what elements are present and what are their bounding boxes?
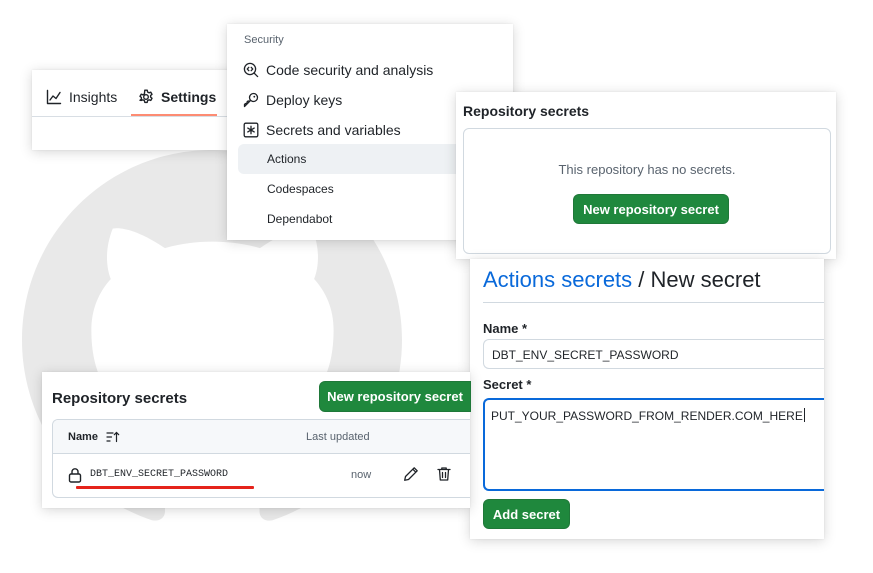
security-heading: Security xyxy=(244,34,284,46)
breadcrumb-current: New secret xyxy=(650,267,761,292)
pencil-icon[interactable] xyxy=(403,466,419,482)
table-header: Name Last updated xyxy=(53,420,470,454)
column-header-name[interactable]: Name xyxy=(68,431,120,443)
menu-subitem-codespaces[interactable]: Codespaces xyxy=(238,174,468,204)
repository-secrets-empty-panel: Repository secrets This repository has n… xyxy=(456,92,836,259)
tab-insights-label: Insights xyxy=(69,89,118,105)
breadcrumb-separator: / xyxy=(632,267,651,292)
secrets-table: Name Last updated DBT_ENV_SECRET_PASSWOR… xyxy=(52,419,470,498)
breadcrumb: Actions secrets / New secret xyxy=(483,267,761,293)
empty-state-message: This repository has no secrets. xyxy=(558,162,736,177)
secret-label: Secret * xyxy=(483,377,532,392)
secret-last-updated: now xyxy=(351,469,372,481)
menu-item-code-security[interactable]: Code security and analysis xyxy=(243,59,433,81)
text-cursor xyxy=(803,408,805,422)
menu-item-label: Secrets and variables xyxy=(266,122,401,138)
gear-icon xyxy=(139,89,153,104)
menu-item-deploy-keys[interactable]: Deploy keys xyxy=(243,89,342,111)
menu-subitem-dependabot[interactable]: Dependabot xyxy=(238,204,468,234)
asterisk-icon xyxy=(243,122,259,138)
highlight-underline xyxy=(76,486,254,489)
trash-icon[interactable] xyxy=(436,466,452,482)
repository-secrets-list-panel: Repository secrets New repository secret… xyxy=(42,372,471,508)
graph-icon xyxy=(46,89,62,105)
secret-name: DBT_ENV_SECRET_PASSWORD xyxy=(90,469,229,480)
name-label: Name * xyxy=(483,321,528,336)
tab-settings-label: Settings xyxy=(161,89,217,105)
new-secret-form-panel: Actions secrets / New secret Name * DBT_… xyxy=(470,259,824,539)
secret-value-textarea[interactable]: PUT_YOUR_PASSWORD_FROM_RENDER.COM_HERE xyxy=(483,398,824,491)
menu-item-secrets-and-variables[interactable]: Secrets and variables xyxy=(243,119,401,141)
new-repository-secret-button[interactable]: New repository secret xyxy=(573,194,729,224)
tab-insights[interactable]: Insights xyxy=(46,84,117,110)
repository-secrets-title: Repository secrets xyxy=(463,103,590,119)
sort-icon xyxy=(106,431,120,443)
lock-icon xyxy=(68,468,82,483)
secret-name-input[interactable]: DBT_ENV_SECRET_PASSWORD xyxy=(483,339,824,369)
menu-subitem-actions[interactable]: Actions xyxy=(238,144,468,174)
column-header-name-label: Name xyxy=(68,431,98,443)
header-divider xyxy=(483,302,824,303)
empty-state-box: This repository has no secrets. New repo… xyxy=(463,128,831,254)
tab-settings[interactable]: Settings xyxy=(138,84,216,110)
breadcrumb-actions-secrets-link[interactable]: Actions secrets xyxy=(483,267,632,292)
menu-item-label: Code security and analysis xyxy=(266,62,434,78)
new-repository-secret-button[interactable]: New repository secret xyxy=(319,381,471,412)
menu-item-label: Deploy keys xyxy=(266,92,343,108)
secret-value-text: PUT_YOUR_PASSWORD_FROM_RENDER.COM_HERE xyxy=(491,409,803,423)
repository-secrets-title: Repository secrets xyxy=(52,390,188,407)
add-secret-button[interactable]: Add secret xyxy=(483,499,570,529)
column-header-last-updated: Last updated xyxy=(306,431,370,443)
key-icon xyxy=(243,92,259,108)
codescan-icon xyxy=(243,62,259,78)
